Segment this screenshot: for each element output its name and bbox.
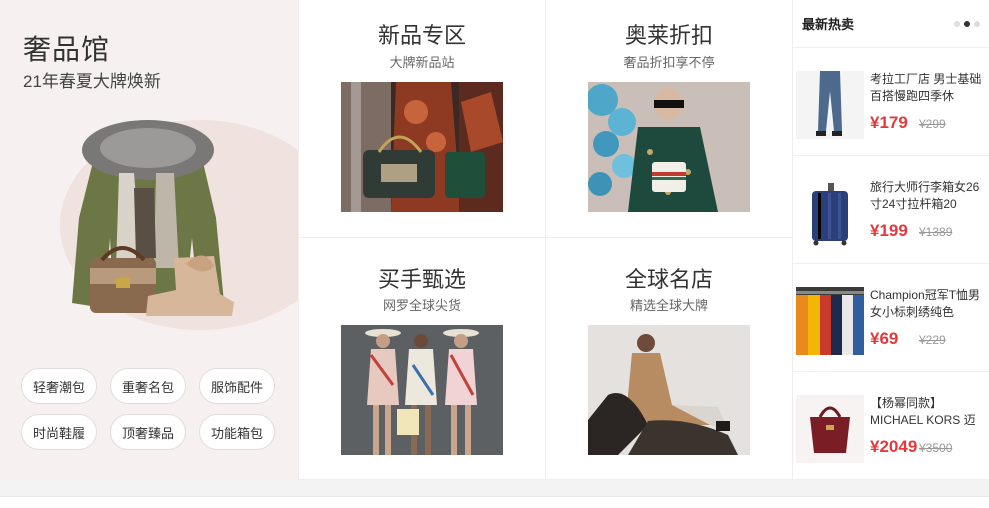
buyer-picks-photo: [341, 325, 503, 455]
hot-item-name: Champion冠军T恤男女小标刺绣纯色: [870, 288, 981, 319]
section-title: 奥莱折扣: [624, 23, 713, 48]
hot-item[interactable]: 考拉工厂店 男士基础百搭慢跑四季休 ¥179 ¥299: [792, 48, 989, 156]
section-subtitle: 精选全球大牌: [629, 298, 708, 313]
hot-item-old-price: ¥299: [919, 117, 946, 131]
hot-item[interactable]: Champion冠军T恤男女小标刺绣纯色 ¥69 ¥229: [792, 264, 989, 372]
section-subtitle: 网罗全球尖货: [382, 298, 461, 313]
tag-apparel-accessories[interactable]: 服饰配件: [199, 368, 275, 404]
tag-top-luxury[interactable]: 顶奢臻品: [110, 414, 186, 450]
hot-sales-panel: 最新热卖 考拉工厂店 男士基础百搭慢跑四季休 ¥179 ¥299 旅行大师行李箱…: [792, 0, 989, 480]
hot-item-name: 【杨幂同款】MICHAEL KORS 迈: [870, 396, 976, 427]
luxury-promo-panel[interactable]: 奢品馆 21年春夏大牌焕新 轻奢潮包 重奢名包 服饰配件 时尚鞋履 顶奢臻品 功…: [0, 0, 298, 480]
carousel-dot-active[interactable]: [964, 20, 970, 27]
carousel-dots: [954, 20, 980, 27]
section-new-arrivals[interactable]: 新品专区 大牌新品站: [299, 0, 546, 238]
handbag-photo: [796, 395, 864, 463]
section-subtitle: 奢品折扣享不停: [623, 55, 715, 70]
hot-item-old-price: ¥1389: [919, 225, 953, 239]
hot-item-name: 旅行大师行李箱女26寸24寸拉杆箱20: [870, 180, 980, 211]
tag-fashion-shoes[interactable]: 时尚鞋履: [21, 414, 97, 450]
luxury-floor: 奢品馆 21年春夏大牌焕新 轻奢潮包 重奢名包 服饰配件 时尚鞋履 顶奢臻品 功…: [0, 0, 989, 480]
promo-tag-list: 轻奢潮包 重奢名包 服饰配件 时尚鞋履 顶奢臻品 功能箱包: [21, 368, 283, 450]
section-subtitle: 大牌新品站: [389, 55, 455, 70]
hot-item-old-price: ¥229: [919, 333, 946, 347]
hot-sales-title: 最新热卖: [802, 17, 855, 32]
carousel-dot[interactable]: [974, 20, 980, 27]
hot-item-price: ¥179: [870, 113, 908, 132]
hot-item-price: ¥2049: [870, 437, 918, 456]
promo-subtitle: 21年春夏大牌焕新: [23, 72, 161, 91]
tag-functional-luggage[interactable]: 功能箱包: [199, 414, 275, 450]
suitcase-photo: [796, 179, 864, 247]
jeans-photo: [796, 71, 864, 139]
category-grid: 新品专区 大牌新品站 奥莱折扣 奢品折扣享不停 买手甄选 网罗全球尖货 全球名店…: [298, 0, 793, 480]
hot-item-name: 考拉工厂店 男士基础百搭慢跑四季休: [870, 72, 982, 103]
promo-coat-bag-image: [72, 120, 234, 316]
tag-light-luxury-bags[interactable]: 轻奢潮包: [21, 368, 97, 404]
hot-item-price: ¥69: [870, 329, 899, 348]
section-title: 买手甄选: [377, 267, 466, 292]
promo-title: 奢品馆: [23, 34, 111, 65]
section-title: 全球名店: [624, 267, 713, 292]
tag-luxury-brand-bags[interactable]: 重奢名包: [110, 368, 186, 404]
hot-sales-header: 最新热卖: [792, 0, 989, 48]
section-buyer-picks[interactable]: 买手甄选 网罗全球尖货: [299, 238, 546, 480]
new-arrivals-photo: [341, 82, 503, 212]
section-global-stores[interactable]: 全球名店 精选全球大牌: [546, 238, 793, 480]
carousel-dot[interactable]: [954, 20, 960, 27]
hot-item-price: ¥199: [870, 221, 908, 240]
next-floor-edge: [0, 496, 989, 508]
tshirts-photo: [796, 287, 864, 355]
global-stores-photo: [588, 325, 750, 455]
section-title: 新品专区: [377, 23, 466, 48]
hot-item[interactable]: 旅行大师行李箱女26寸24寸拉杆箱20 ¥199 ¥1389: [792, 156, 989, 264]
hot-item-old-price: ¥3500: [919, 441, 953, 455]
outlet-discount-photo: [588, 82, 750, 212]
hot-item[interactable]: 【杨幂同款】MICHAEL KORS 迈 ¥2049 ¥3500: [792, 372, 989, 480]
section-outlet-discount[interactable]: 奥莱折扣 奢品折扣享不停: [546, 0, 793, 238]
